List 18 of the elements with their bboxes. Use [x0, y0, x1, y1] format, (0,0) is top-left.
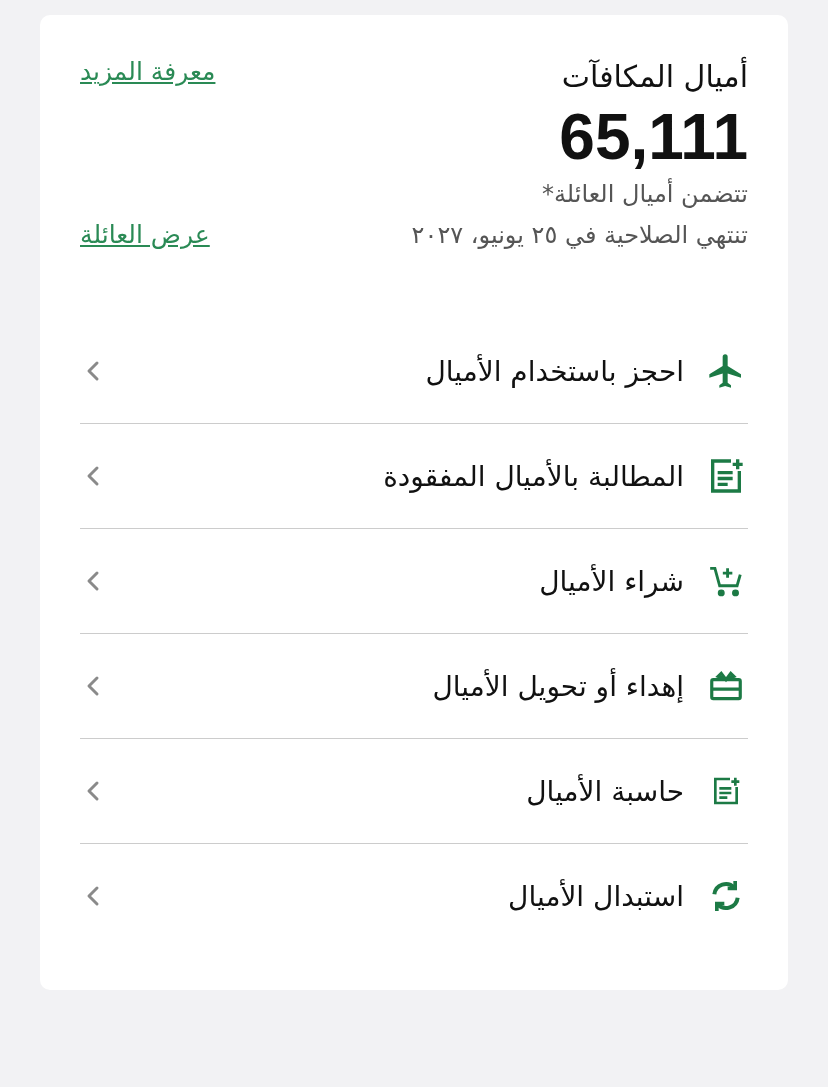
chevron-icon: [86, 674, 100, 698]
menu-item[interactable]: احجز باستخدام الأميال: [80, 319, 748, 424]
menu-item[interactable]: المطالبة بالأميال المفقودة: [80, 424, 748, 529]
menu-item[interactable]: استبدال الأميال: [80, 844, 748, 948]
view-family-link[interactable]: عرض العائلة: [80, 220, 210, 249]
menu-item[interactable]: شراء الأميال: [80, 529, 748, 634]
chevron-icon: [86, 884, 100, 908]
family-note: تتضمن أميال العائلة*: [542, 177, 748, 210]
menu-item[interactable]: إهداء أو تحويل الأميال: [80, 634, 748, 739]
miles-balance: 65,111: [559, 100, 748, 175]
chevron-icon: [86, 779, 100, 803]
chevron-icon: [86, 464, 100, 488]
chevron-icon: [86, 569, 100, 593]
learn-more-link[interactable]: معرفة المزيد: [80, 57, 216, 86]
menu-item[interactable]: حاسبة الأميال: [80, 739, 748, 844]
chevron-icon: [86, 359, 100, 383]
expiry-date: تنتهي الصلاحية في ٢٥ يونيو، ٢٠٢٧: [411, 220, 748, 251]
card-title: أميال المكافآت: [561, 55, 748, 99]
